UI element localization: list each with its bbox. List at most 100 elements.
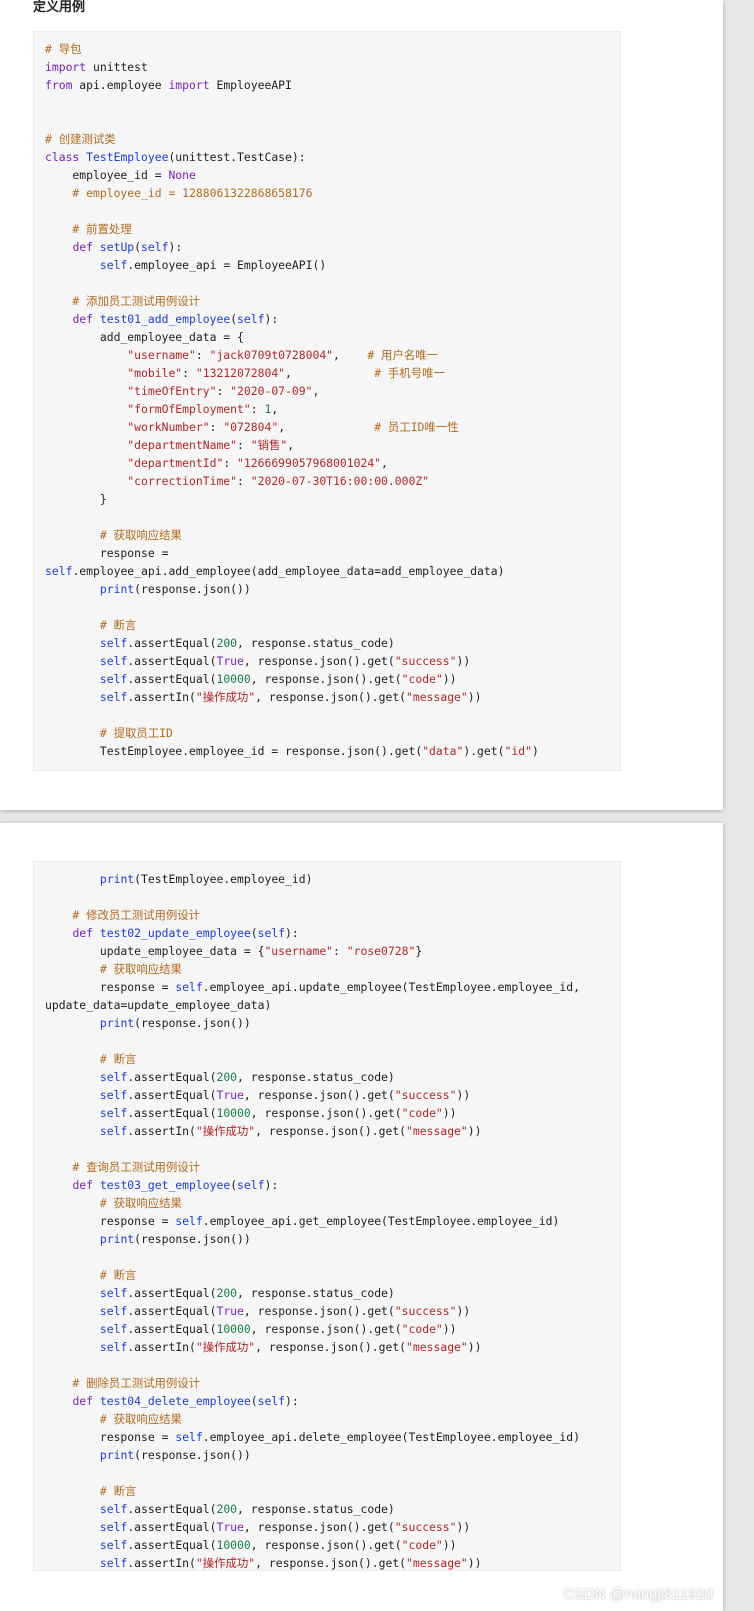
code-token: "success" bbox=[394, 1088, 457, 1102]
code-token: import bbox=[168, 78, 210, 92]
code-token: # 查询员工测试用例设计 bbox=[45, 1160, 201, 1174]
code-token: : bbox=[209, 420, 224, 434]
code-token: "success" bbox=[394, 1520, 457, 1534]
code-token: "data" bbox=[422, 744, 464, 758]
code-token: , response.json().get( bbox=[243, 1520, 395, 1534]
code-line: ​ bbox=[45, 1248, 580, 1266]
code-token: ): bbox=[264, 1178, 279, 1192]
code-token: .assertIn( bbox=[127, 1340, 196, 1354]
code-token: None bbox=[168, 168, 196, 182]
code-token: "message" bbox=[406, 1556, 468, 1570]
code-token: ( bbox=[250, 1394, 258, 1408]
code-token: 10000 bbox=[216, 1322, 251, 1336]
code-token: self bbox=[99, 690, 128, 704]
code-line: import unittest bbox=[45, 58, 539, 76]
code-token: def bbox=[72, 240, 94, 254]
code-token: # 断言 bbox=[45, 1268, 137, 1282]
code-line: ​ bbox=[45, 508, 539, 526]
code-token: "操作成功" bbox=[195, 690, 256, 704]
code-token: "jack0709t0728004" bbox=[209, 348, 334, 362]
code-token: .assertEqual( bbox=[127, 1106, 217, 1120]
code-line: "mobile": "13212072804", # 手机号唯一 bbox=[45, 364, 539, 382]
code-line: # 查询员工测试用例设计 bbox=[45, 1158, 580, 1176]
code-token: ): bbox=[285, 1394, 299, 1408]
code-token: )) bbox=[442, 1106, 457, 1120]
code-token: )) bbox=[456, 654, 471, 668]
code-line: self.assertIn("操作成功", response.json().ge… bbox=[45, 1122, 580, 1140]
code-line: print(response.json()) bbox=[45, 1230, 580, 1248]
code-line: # 断言 bbox=[45, 616, 539, 634]
code-line: self.assertEqual(10000, response.json().… bbox=[45, 1536, 580, 1554]
code-token: self bbox=[99, 1502, 128, 1516]
code-token: "username" bbox=[264, 944, 334, 958]
code-token: )) bbox=[442, 1538, 457, 1552]
code-token: "code" bbox=[401, 1538, 443, 1552]
code-token: from bbox=[45, 78, 73, 92]
code-token: : bbox=[237, 474, 251, 488]
code-line: response = self.employee_api.update_empl… bbox=[45, 978, 580, 996]
code-token: test04_delete_employee bbox=[99, 1394, 251, 1408]
code-token: .assertEqual( bbox=[127, 1088, 217, 1102]
code-token: )) bbox=[456, 1520, 471, 1534]
code-line: TestEmployee.employee_id = response.json… bbox=[45, 742, 539, 760]
code-line: # 获取响应结果 bbox=[45, 1194, 580, 1212]
code-token: True bbox=[216, 1088, 244, 1102]
code-token: def bbox=[72, 1178, 94, 1192]
code-line: add_employee_data = { bbox=[45, 328, 539, 346]
code-token: , bbox=[285, 366, 375, 380]
code-token: def bbox=[72, 926, 94, 940]
code-token: self bbox=[237, 1178, 265, 1192]
code-line: "departmentName": "销售", bbox=[45, 436, 539, 454]
code-token: "correctionTime" bbox=[127, 474, 238, 488]
code-token: test01_add_employee bbox=[99, 312, 231, 326]
code-token: : bbox=[250, 402, 265, 416]
code-token: "message" bbox=[406, 1124, 468, 1138]
code-token: 10000 bbox=[216, 672, 251, 686]
code-token: 200 bbox=[216, 1286, 238, 1300]
code-line: response = self.employee_api.delete_empl… bbox=[45, 1428, 580, 1446]
code-line: # 断言 bbox=[45, 1050, 580, 1068]
code-line: self.assertEqual(True, response.json().g… bbox=[45, 652, 539, 670]
code-token: self bbox=[257, 1394, 286, 1408]
code-token: : bbox=[223, 456, 238, 470]
code-token: .assertEqual( bbox=[127, 654, 217, 668]
code-line: ​ bbox=[45, 1140, 580, 1158]
code-token: , response.json().get( bbox=[250, 1106, 402, 1120]
code-line: ​ bbox=[45, 598, 539, 616]
code-token: self bbox=[99, 1070, 128, 1084]
code-token: "message" bbox=[406, 1340, 468, 1354]
code-token: .employee_api = EmployeeAPI() bbox=[127, 258, 327, 272]
code-token: )) bbox=[456, 1088, 471, 1102]
code-token: , bbox=[333, 348, 368, 362]
code-line: # 创建测试类 bbox=[45, 130, 539, 148]
code-token: "mobile" bbox=[127, 366, 183, 380]
code-token: self bbox=[175, 1430, 203, 1444]
code-token: self bbox=[99, 1286, 128, 1300]
code-line: "timeOfEntry": "2020-07-09", bbox=[45, 382, 539, 400]
code-token: response = bbox=[45, 546, 169, 560]
code-token: , response.json().get( bbox=[243, 1304, 395, 1318]
code-token: # 修改员工测试用例设计 bbox=[45, 908, 201, 922]
code-block-1: # 导包 import unittest from api.employee imp… bbox=[33, 31, 621, 771]
code-token: 200 bbox=[216, 636, 238, 650]
code-token: self bbox=[99, 654, 128, 668]
code-line: # 删除员工测试用例设计 bbox=[45, 1374, 580, 1392]
code-token: } bbox=[415, 944, 423, 958]
code-token: "success" bbox=[394, 1304, 457, 1318]
code-token: employee_id = bbox=[45, 168, 169, 182]
code-token: (response.json()) bbox=[134, 582, 251, 596]
code-token: ).get( bbox=[463, 744, 505, 758]
code-listing-1: # 导包 import unittest from api.employee imp… bbox=[45, 40, 539, 760]
code-line: print(response.json()) bbox=[45, 1014, 580, 1032]
code-token: )) bbox=[467, 1556, 482, 1570]
